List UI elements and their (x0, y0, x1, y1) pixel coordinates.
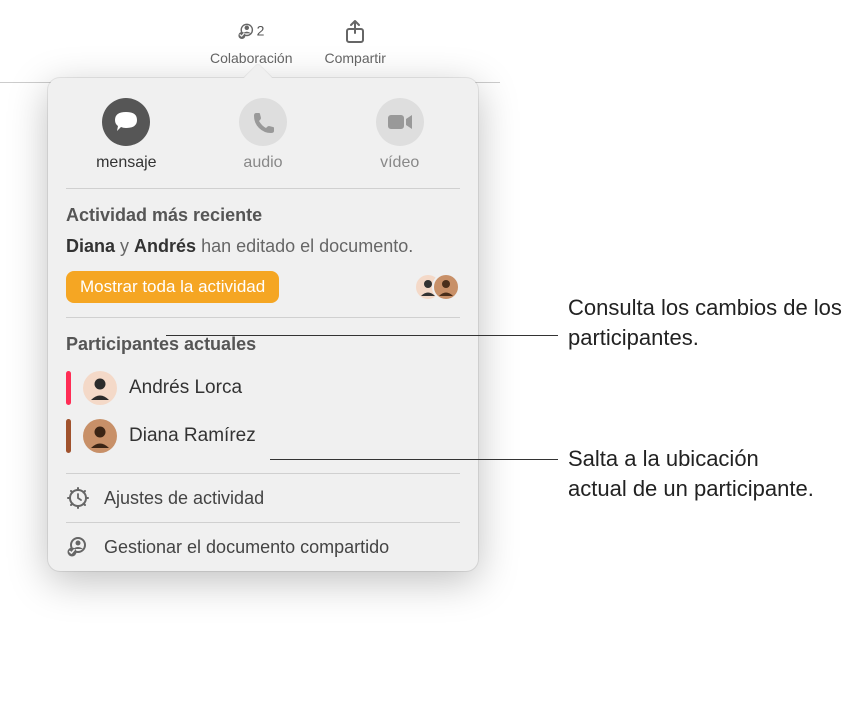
video-button[interactable]: vídeo (331, 98, 468, 172)
callout-line (270, 459, 558, 460)
svg-text:2: 2 (257, 23, 265, 39)
participant-name: Diana Ramírez (129, 425, 256, 447)
callout-jump: Salta a la ubicación actual de un partic… (568, 444, 818, 503)
participant-row[interactable]: Andrés Lorca (66, 365, 460, 411)
recent-activity-section: Actividad más reciente Diana y Andrés ha… (48, 189, 478, 317)
activity-editor-2: Andrés (134, 236, 196, 256)
activity-settings-label: Ajustes de actividad (104, 488, 264, 509)
mini-avatar (432, 273, 460, 301)
avatar (83, 419, 117, 453)
collaboration-popover: mensaje audio vídeo Actividad más recien… (48, 78, 478, 571)
activity-row: Mostrar toda la actividad (66, 271, 460, 303)
share-label: Compartir (325, 50, 386, 66)
video-icon (376, 98, 424, 146)
manage-shared-row[interactable]: Gestionar el documento compartido (48, 523, 478, 571)
collaboration-toolbar-item[interactable]: 2 Colaboración (210, 18, 293, 66)
toolbar: 2 Colaboración Compartir (210, 0, 386, 66)
share-toolbar-item[interactable]: Compartir (325, 18, 386, 66)
avatar-stack (414, 273, 460, 301)
activity-text: Diana y Andrés han editado el documento. (66, 236, 460, 257)
share-icon (341, 18, 369, 46)
manage-shared-label: Gestionar el documento compartido (104, 537, 389, 558)
participant-list: Andrés Lorca Diana Ramírez (66, 365, 460, 459)
message-icon (102, 98, 150, 146)
callout-line (166, 335, 558, 336)
activity-editor-1: Diana (66, 236, 115, 256)
message-button[interactable]: mensaje (58, 98, 195, 172)
participant-color-indicator (66, 419, 71, 453)
show-all-activity-button[interactable]: Mostrar toda la actividad (66, 271, 279, 303)
collaboration-icon: 2 (237, 18, 265, 46)
gear-clock-icon (66, 486, 90, 510)
message-label: mensaje (96, 154, 156, 172)
action-row: mensaje audio vídeo (48, 78, 478, 188)
participant-row[interactable]: Diana Ramírez (66, 413, 460, 459)
activity-conjunction: y (115, 236, 134, 256)
video-label: vídeo (380, 154, 419, 172)
participant-name: Andrés Lorca (129, 377, 242, 399)
participants-title: Participantes actuales (66, 334, 460, 355)
activity-suffix: han editado el documento. (196, 236, 413, 256)
collaboration-label: Colaboración (210, 50, 293, 66)
participant-color-indicator (66, 371, 71, 405)
collaboration-manage-icon (66, 535, 90, 559)
audio-label: audio (243, 154, 282, 172)
activity-settings-row[interactable]: Ajustes de actividad (48, 474, 478, 522)
callout-changes: Consulta los cambios de los participante… (568, 293, 848, 352)
recent-activity-title: Actividad más reciente (66, 205, 460, 226)
audio-button[interactable]: audio (195, 98, 332, 172)
avatar (83, 371, 117, 405)
phone-icon (239, 98, 287, 146)
participants-section: Participantes actuales Andrés Lorca Dian… (48, 318, 478, 473)
